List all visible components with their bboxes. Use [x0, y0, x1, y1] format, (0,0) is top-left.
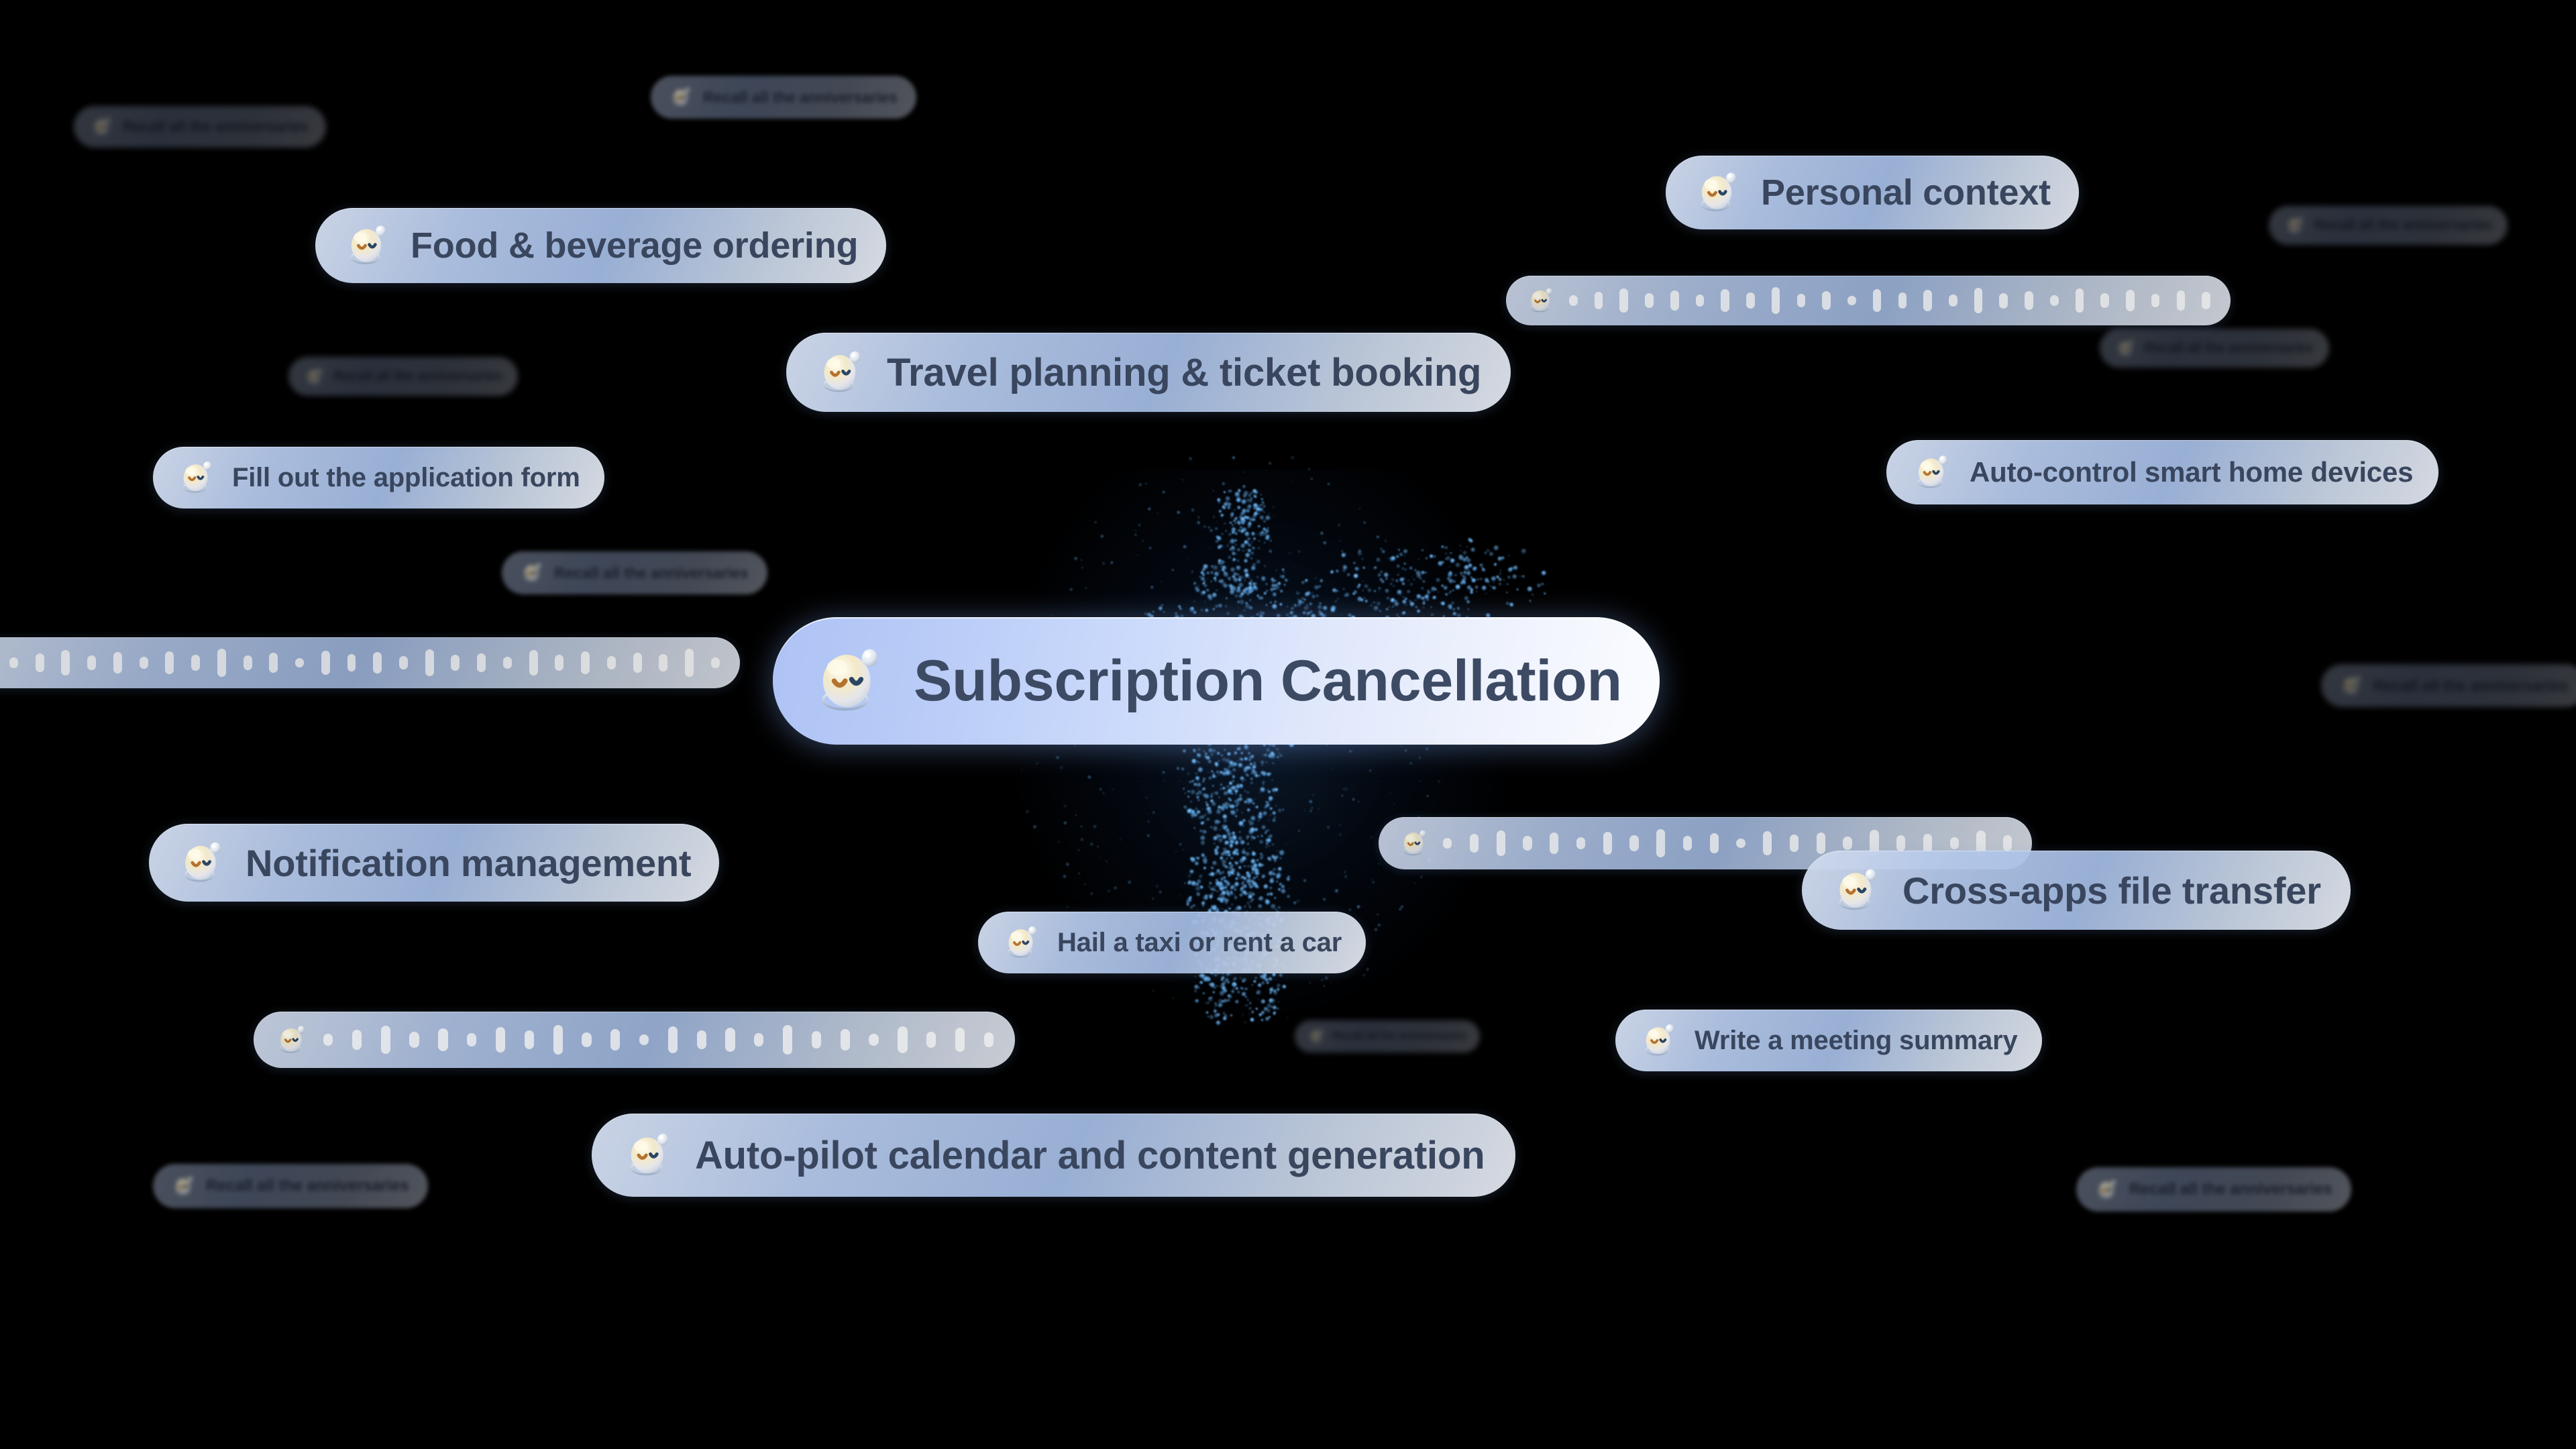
suggestion-pill-label: Recall all the anniversaries — [2373, 676, 2568, 694]
suggestion-pill-label: Recall all the anniversaries — [1332, 1030, 1466, 1042]
robot-avatar-icon — [669, 85, 694, 109]
suggestion-pill-label: Auto-control smart home devices — [1970, 456, 2414, 488]
suggestion-pill-recall-anniversaries[interactable]: Recall all the anniversaries — [153, 1164, 428, 1208]
suggestion-pill-fill-application-form[interactable]: Fill out the application form — [153, 447, 604, 508]
voice-message-pill[interactable] — [254, 1012, 1015, 1068]
suggestion-pill-travel-planning[interactable]: Travel planning & ticket booking — [786, 333, 1511, 412]
suggestion-pill-label: Travel planning & ticket booking — [887, 350, 1482, 394]
suggestion-pill-label: Recall all the anniversaries — [554, 564, 749, 582]
suggestion-pill-recall-anniversaries[interactable]: Recall all the anniversaries — [651, 76, 916, 119]
robot-avatar-icon — [2095, 1177, 2120, 1202]
robot-avatar-icon — [2116, 338, 2137, 359]
suggestion-pill-recall-anniversaries[interactable]: Recall all the anniversaries — [2100, 329, 2330, 368]
robot-avatar-icon — [1831, 864, 1884, 916]
suggestion-pill-personal-context[interactable]: Personal context — [1666, 156, 2079, 229]
suggestion-pill-label: Auto-pilot calendar and content generati… — [695, 1133, 1485, 1177]
suggestion-pill-auto-control-smart-home[interactable]: Auto-control smart home devices — [1886, 440, 2439, 504]
suggestion-pill-label: Recall all the anniversaries — [206, 1177, 409, 1195]
voice-message-pill[interactable] — [1506, 276, 2231, 325]
suggestion-pill-recall-anniversaries[interactable]: Recall all the anniversaries — [502, 551, 767, 594]
suggestion-pill-label: Notification management — [246, 841, 692, 884]
suggestion-pill-write-meeting-summary[interactable]: Write a meeting summary — [1615, 1010, 2042, 1071]
capability-cloud-canvas: Recall all the anniversaries Recall all … — [0, 0, 2576, 1449]
robot-avatar-icon — [2340, 674, 2364, 698]
suggestion-pill-label: Fill out the application form — [232, 462, 580, 492]
suggestion-pill-recall-anniversaries[interactable]: Recall all the anniversaries — [2076, 1167, 2351, 1212]
suggestion-pill-label: Hail a taxi or rent a car — [1057, 927, 1342, 957]
suggestion-pill-label: Recall all the anniversaries — [333, 368, 502, 384]
waveform-icon — [9, 647, 720, 679]
suggestion-pill-subscription-cancellation[interactable]: Subscription Cancellation — [773, 617, 1660, 745]
suggestion-pill-recall-anniversaries[interactable]: Recall all the anniversaries — [2269, 206, 2508, 245]
robot-avatar-icon — [2285, 215, 2306, 236]
robot-avatar-icon — [275, 1022, 310, 1057]
suggestion-pill-notification-management[interactable]: Notification management — [149, 824, 720, 902]
suggestion-pill-food-beverage-ordering[interactable]: Food & beverage ordering — [315, 208, 887, 283]
suggestion-pill-hail-taxi-rent-car[interactable]: Hail a taxi or rent a car — [978, 912, 1366, 973]
suggestion-pill-label: Recall all the anniversaries — [2129, 1180, 2332, 1198]
suggestion-pill-recall-anniversaries[interactable]: Recall all the anniversaries — [2321, 664, 2576, 707]
suggestion-pill-label: Food & beverage ordering — [411, 225, 859, 266]
robot-avatar-icon — [810, 641, 890, 720]
suggestion-pill-label: Recall all the anniversaries — [123, 118, 309, 135]
robot-avatar-icon — [521, 561, 545, 585]
robot-avatar-icon — [1526, 285, 1557, 316]
suggestion-pill-label: Recall all the anniversaries — [2314, 217, 2492, 233]
suggestion-pill-recall-anniversaries[interactable]: Recall all the anniversaries — [1295, 1020, 1480, 1053]
robot-avatar-icon — [177, 837, 228, 888]
robot-avatar-icon — [623, 1128, 676, 1182]
robot-avatar-icon — [1912, 451, 1953, 493]
robot-avatar-icon — [91, 115, 114, 138]
robot-avatar-icon — [1308, 1028, 1326, 1045]
waveform-icon — [323, 1022, 994, 1057]
suggestion-pill-label: Recall all the anniversaries — [703, 88, 898, 106]
hero-pill-label: Subscription Cancellation — [914, 648, 1622, 713]
robot-avatar-icon — [177, 458, 217, 498]
voice-message-pill[interactable] — [0, 637, 740, 688]
robot-avatar-icon — [1640, 1020, 1680, 1061]
suggestion-pill-label: Recall all the anniversaries — [2145, 340, 2314, 356]
suggestion-pill-label: Write a meeting summary — [1695, 1025, 2018, 1055]
robot-avatar-icon — [1694, 168, 1743, 217]
suggestion-pill-recall-anniversaries[interactable]: Recall all the anniversaries — [288, 357, 519, 396]
waveform-icon — [1569, 285, 2210, 316]
suggestion-pill-auto-pilot-calendar[interactable]: Auto-pilot calendar and content generati… — [592, 1114, 1516, 1197]
robot-avatar-icon — [343, 221, 393, 270]
robot-avatar-icon — [1399, 827, 1431, 859]
suggestion-pill-recall-anniversaries[interactable]: Recall all the anniversaries — [74, 106, 326, 148]
robot-avatar-icon — [172, 1174, 197, 1199]
suggestion-pill-label: Cross-apps file transfer — [1902, 869, 2321, 912]
suggestion-pill-label: Personal context — [1761, 172, 2051, 213]
robot-avatar-icon — [816, 346, 868, 398]
robot-avatar-icon — [1002, 922, 1042, 963]
suggestion-pill-cross-apps-file-transfer[interactable]: Cross-apps file transfer — [1802, 851, 2351, 930]
robot-avatar-icon — [305, 366, 325, 387]
